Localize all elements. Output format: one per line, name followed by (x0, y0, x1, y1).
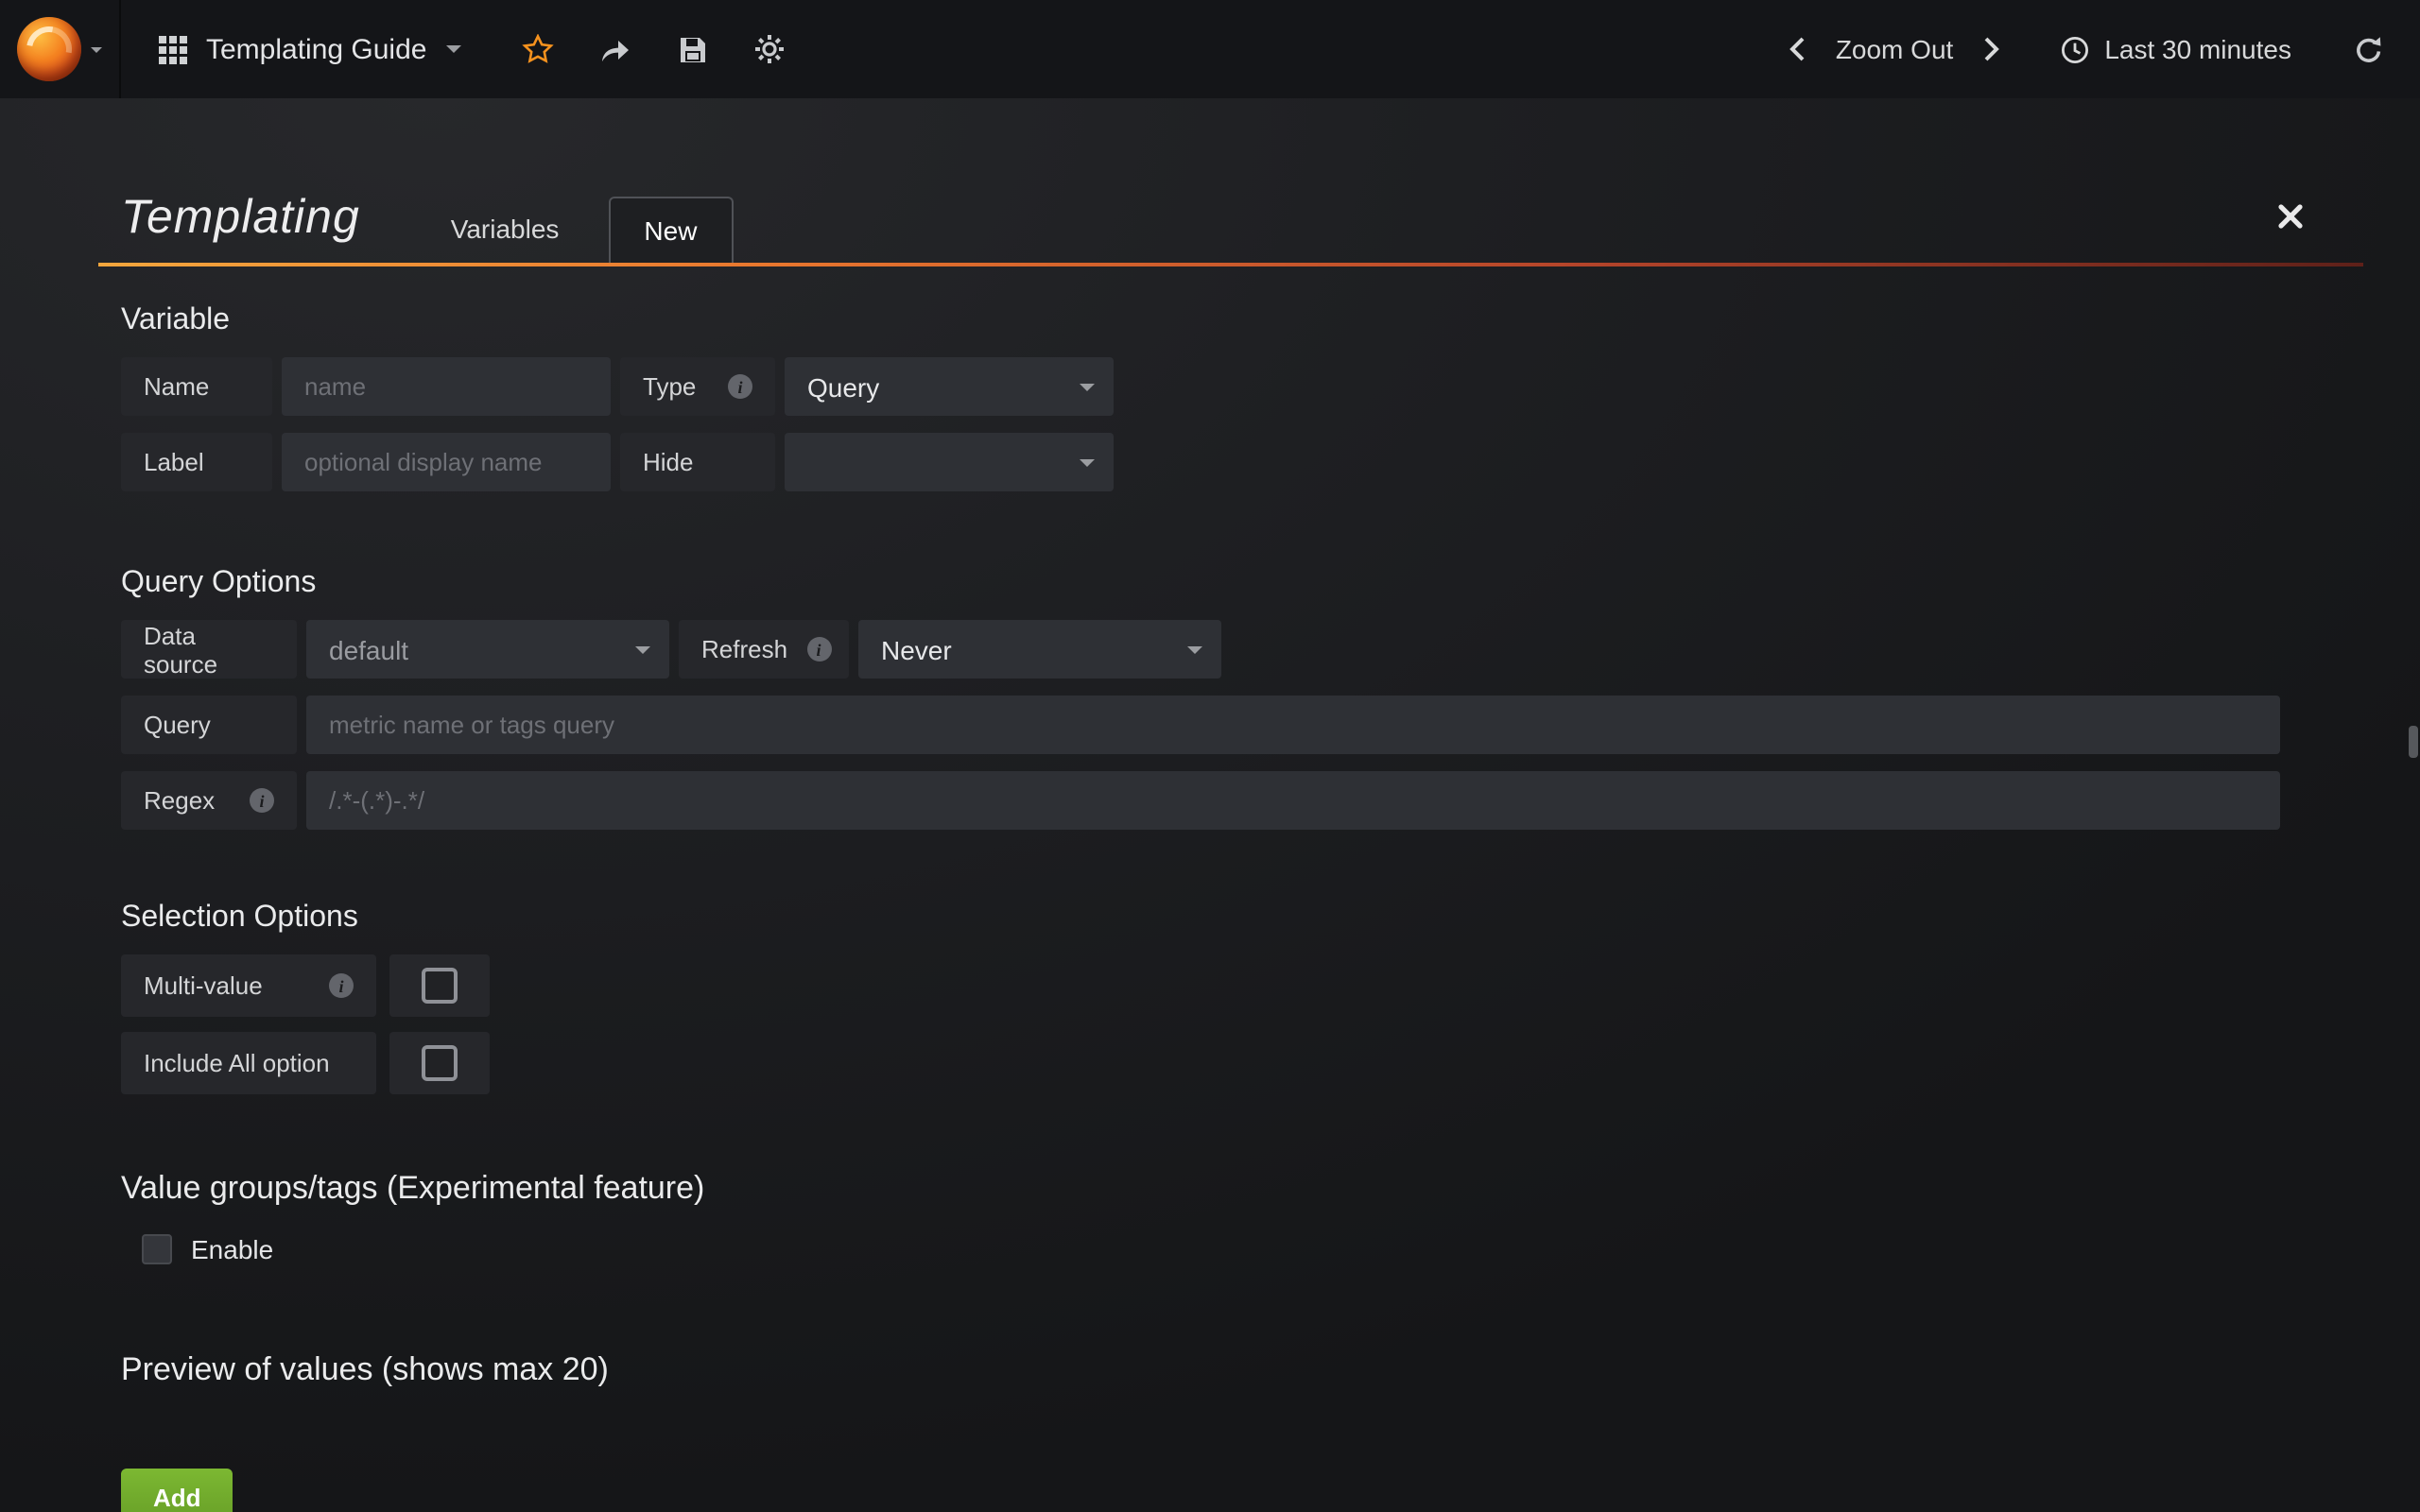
enable-row: Enable (142, 1234, 2280, 1264)
page-header: Templating Variables New (121, 166, 2280, 263)
star-dashboard-button[interactable] (498, 0, 576, 98)
gear-icon (754, 34, 785, 64)
type-info-icon[interactable] (728, 374, 752, 399)
hide-label: Hide (620, 433, 775, 491)
zoom-out-button[interactable]: Zoom Out (1823, 0, 1967, 98)
time-shift-back-button[interactable] (1773, 0, 1823, 98)
type-select-caret-icon (1080, 383, 1095, 390)
dashboard-title: Templating Guide (206, 33, 426, 65)
regex-info-icon[interactable] (250, 788, 274, 813)
hide-select[interactable] (785, 433, 1114, 491)
type-select[interactable]: Query (785, 357, 1114, 416)
regex-label: Regex (121, 771, 297, 830)
share-dashboard-button[interactable] (576, 0, 653, 98)
dashboard-picker-button[interactable]: Templating Guide (121, 0, 491, 98)
share-icon (598, 35, 631, 63)
selection-options-section: Selection Options Multi-value Include Al… (121, 902, 2280, 1094)
include-all-label: Include All option (121, 1032, 376, 1094)
dashboard-actions (498, 0, 808, 98)
close-button[interactable] (2269, 195, 2310, 236)
query-input[interactable] (306, 696, 2280, 754)
time-controls: Zoom Out Last 30 minutes (1773, 0, 2420, 98)
tab-new[interactable]: New (608, 197, 733, 263)
close-icon (2277, 203, 2302, 228)
grafana-app: Templating Guide (0, 0, 2420, 1512)
logo-dropdown-caret-icon (91, 46, 102, 52)
templating-settings-page: Templating Variables New Variable Name (0, 98, 2420, 1512)
tab-variables[interactable]: Variables (417, 197, 594, 263)
refresh-label: Refresh (679, 620, 849, 679)
dashboard-dropdown-caret-icon (445, 45, 460, 53)
refresh-select-value: Never (881, 634, 952, 664)
grafana-logo-swirl (18, 18, 81, 81)
query-options-row-1: Data source default Refresh Never (121, 620, 2280, 679)
dashboard-settings-button[interactable] (731, 0, 808, 98)
name-input[interactable] (282, 357, 611, 416)
chevron-left-icon (1789, 36, 1806, 62)
grafana-logo-button[interactable] (0, 0, 121, 98)
multi-value-label: Multi-value (121, 954, 376, 1017)
enable-label: Enable (191, 1234, 273, 1264)
data-source-label: Data source (121, 620, 297, 679)
tabs: Variables New (417, 166, 734, 263)
multi-value-checkbox-box (422, 968, 458, 1004)
enable-checkbox[interactable] (142, 1234, 172, 1264)
query-options-section: Query Options Data source default Refres… (121, 567, 2280, 830)
value-groups-heading: Value groups/tags (Experimental feature) (121, 1170, 2280, 1208)
dashboard-grid-icon (159, 35, 187, 63)
scrollbar-thumb[interactable] (2409, 726, 2418, 758)
chevron-right-icon (1982, 36, 1999, 62)
grafana-logo-icon (17, 17, 81, 81)
time-shift-forward-button[interactable] (1966, 0, 2015, 98)
data-source-select-value: default (329, 634, 408, 664)
add-button[interactable]: Add (121, 1469, 233, 1512)
include-all-checkbox[interactable] (389, 1032, 490, 1094)
include-all-checkbox-box (422, 1045, 458, 1081)
refresh-button[interactable] (2337, 0, 2401, 98)
value-groups-section: Value groups/tags (Experimental feature)… (121, 1170, 2280, 1264)
time-range-picker-button[interactable]: Last 30 minutes (2042, 0, 2310, 98)
selection-options-heading: Selection Options (121, 902, 2280, 936)
label-input[interactable] (282, 433, 611, 491)
page-title: Templating (121, 191, 360, 263)
variable-row-1: Name Type Query (121, 357, 2280, 416)
label-label: Label (121, 433, 272, 491)
multi-value-checkbox[interactable] (389, 954, 490, 1017)
multi-value-info-icon[interactable] (329, 973, 354, 998)
refresh-select[interactable]: Never (858, 620, 1221, 679)
variable-heading: Variable (121, 304, 2280, 338)
type-select-value: Query (807, 371, 879, 402)
hide-select-caret-icon (1080, 458, 1095, 466)
multi-value-row: Multi-value (121, 954, 2280, 1017)
top-navbar: Templating Guide (0, 0, 2420, 98)
name-label: Name (121, 357, 272, 416)
preview-heading: Preview of values (shows max 20) (121, 1351, 2280, 1389)
regex-row: Regex (121, 771, 2280, 830)
query-options-heading: Query Options (121, 567, 2280, 601)
variable-section: Variable Name Type Query Label Hide (121, 304, 2280, 491)
regex-input[interactable] (306, 771, 2280, 830)
include-all-row: Include All option (121, 1032, 2280, 1094)
clock-icon (2061, 35, 2089, 63)
time-range-label: Last 30 minutes (2104, 34, 2291, 64)
preview-section: Preview of values (shows max 20) (121, 1351, 2280, 1389)
refresh-select-caret-icon (1187, 645, 1202, 653)
refresh-icon (2354, 35, 2384, 63)
type-label: Type (620, 357, 775, 416)
variable-row-2: Label Hide (121, 433, 2280, 491)
data-source-select-caret-icon (635, 645, 650, 653)
data-source-select[interactable]: default (306, 620, 669, 679)
star-icon (521, 34, 553, 64)
query-row: Query (121, 696, 2280, 754)
save-dashboard-button[interactable] (653, 0, 731, 98)
refresh-info-icon[interactable] (806, 637, 831, 662)
save-icon (678, 35, 706, 63)
query-label: Query (121, 696, 297, 754)
